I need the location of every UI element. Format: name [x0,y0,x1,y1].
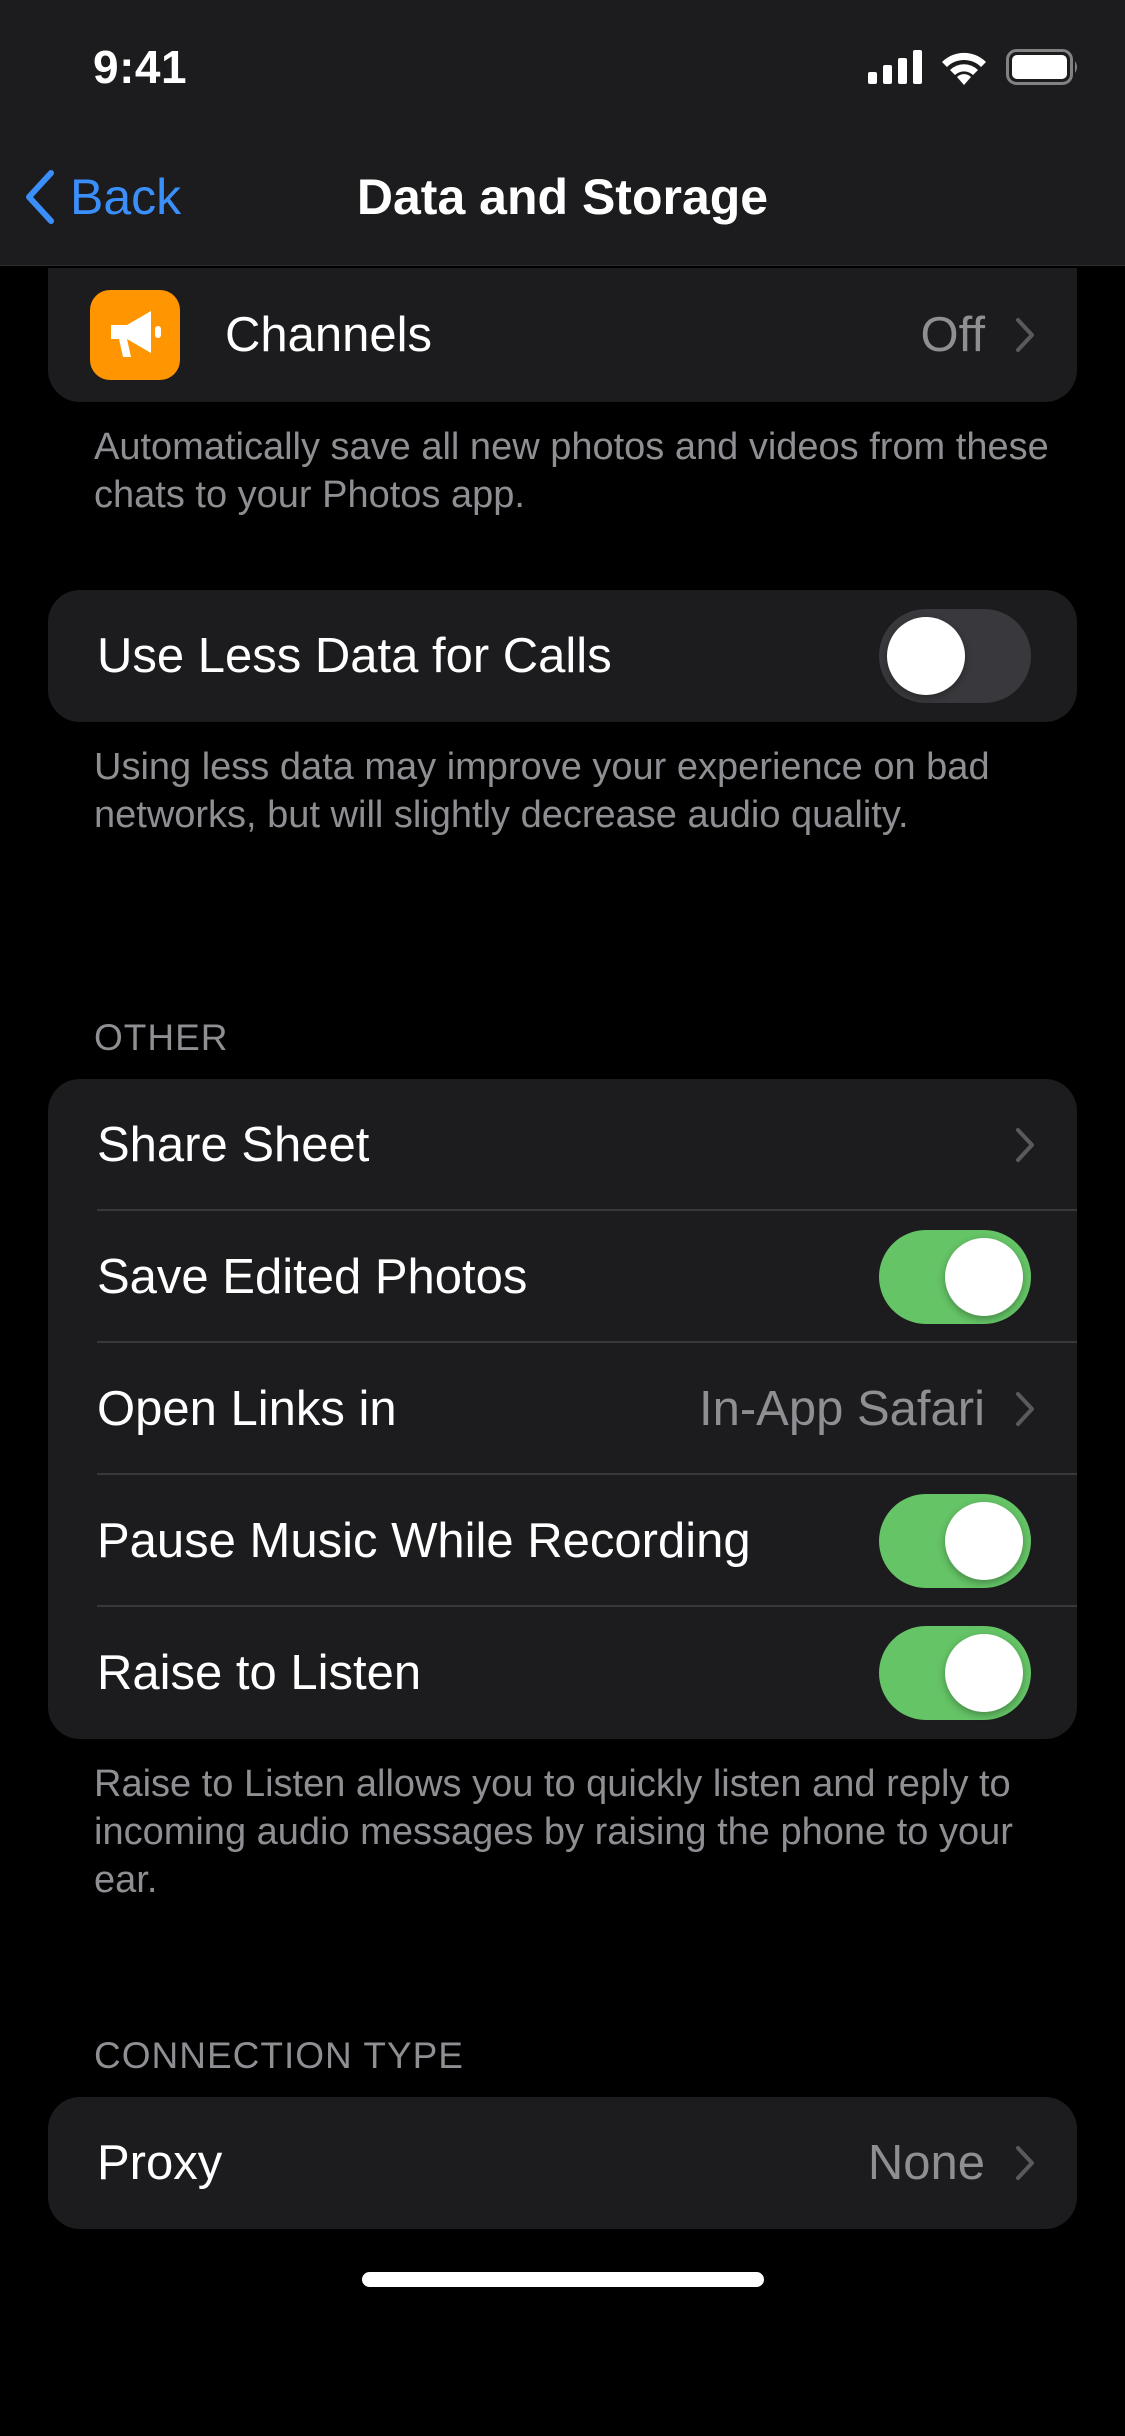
channels-label: Channels [225,308,433,362]
other-header: OTHER [94,1017,229,1058]
connection-header: CONNECTION TYPE [94,2035,464,2076]
save-edited-toggle[interactable] [879,1230,1031,1324]
page-title: Data and Storage [356,169,769,225]
save-edited-row: Save Edited Photos [48,1211,1077,1343]
less-data-toggle[interactable] [879,609,1031,703]
proxy-label: Proxy [97,2136,223,2190]
status-time: 9:41 [93,41,188,93]
navigation-bar: Back Data and Storage [0,135,1125,266]
status-bar: 9:41 [0,0,1125,135]
proxy-row[interactable]: Proxy None [48,2097,1077,2229]
less-data-row: Use Less Data for Calls [48,590,1077,722]
open-links-row[interactable]: Open Links in In-App Safari [48,1343,1077,1475]
channels-value: Off [920,308,985,362]
proxy-value: None [867,2136,985,2190]
chevron-right-icon [1016,1128,1034,1162]
wifi-icon [940,49,988,90]
channels-row[interactable]: Channels Off [48,268,1077,402]
raise-listen-toggle[interactable] [879,1626,1031,1720]
status-icons [868,48,1080,90]
less-data-label: Use Less Data for Calls [97,629,612,683]
pause-music-row: Pause Music While Recording [48,1475,1077,1607]
chevron-right-icon [1016,2146,1034,2180]
megaphone-icon [90,290,180,380]
toggle-knob [945,1238,1023,1316]
chevron-right-icon [1016,318,1034,352]
raise-listen-row: Raise to Listen [48,1607,1077,1739]
auto-save-group: Channels Off [48,268,1077,402]
home-indicator[interactable] [362,2272,764,2287]
cellular-signal-icon [868,49,922,89]
open-links-value: In-App Safari [699,1382,985,1436]
toggle-knob [945,1634,1023,1712]
open-links-label: Open Links in [97,1382,397,1436]
share-sheet-row[interactable]: Share Sheet [48,1079,1077,1211]
chevron-right-icon [1016,1392,1034,1426]
connection-group: Proxy None [48,2097,1077,2229]
calls-footer: Using less data may improve your experie… [94,746,990,836]
battery-icon [1006,48,1080,90]
pause-music-toggle[interactable] [879,1494,1031,1588]
other-footer: Raise to Listen allows you to quickly li… [94,1763,1013,1901]
toggle-knob [887,617,965,695]
other-group: Share Sheet Save Edited Photos Open Link… [48,1079,1077,1739]
calls-group: Use Less Data for Calls [48,590,1077,722]
raise-listen-label: Raise to Listen [97,1646,422,1700]
save-edited-label: Save Edited Photos [97,1250,528,1304]
auto-save-footer: Automatically save all new photos and vi… [94,426,1049,516]
toggle-knob [945,1502,1023,1580]
pause-music-label: Pause Music While Recording [97,1514,751,1568]
share-sheet-label: Share Sheet [97,1118,370,1172]
